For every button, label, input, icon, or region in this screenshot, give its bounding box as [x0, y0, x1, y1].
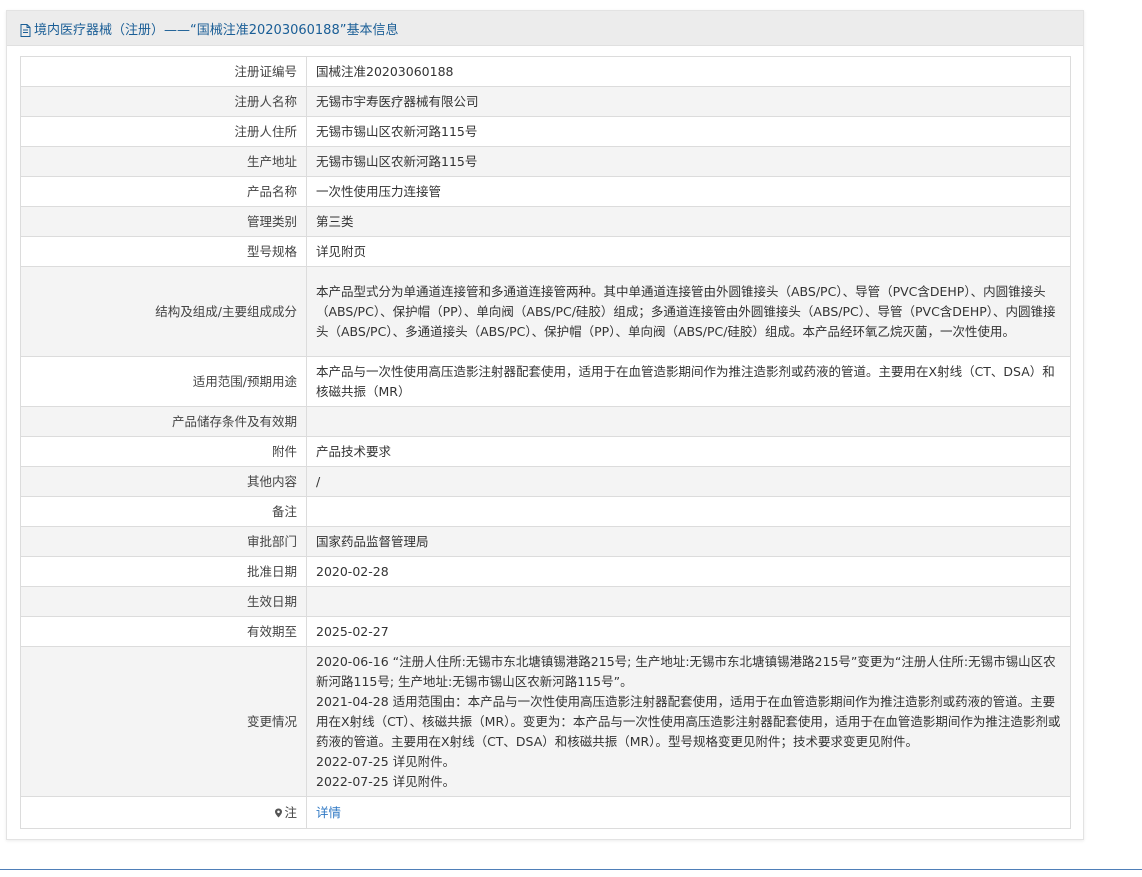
- info-table: 注册证编号 国械注准20203060188 注册人名称 无锡市宇寿医疗器械有限公司 注册…: [20, 56, 1071, 829]
- table-row: 产品储存条件及有效期: [20, 406, 1071, 437]
- field-label: 备注: [20, 496, 307, 527]
- change-entry: 2022-07-25 详见附件。: [316, 753, 456, 769]
- table-row: 备注: [20, 496, 1071, 527]
- table-row: 批准日期 2020-02-28: [20, 556, 1071, 587]
- field-label: 结构及组成/主要组成成分: [20, 266, 307, 357]
- field-label: 附件: [20, 436, 307, 467]
- field-label: 产品名称: [20, 176, 307, 207]
- field-label: 型号规格: [20, 236, 307, 267]
- table-row: 生效日期: [20, 586, 1071, 617]
- field-label: 注册人名称: [20, 86, 307, 117]
- field-value: 产品技术要求: [306, 436, 1071, 467]
- field-value: 2025-02-27: [306, 616, 1071, 647]
- field-label: 适用范围/预期用途: [20, 356, 307, 407]
- field-value: /: [306, 466, 1071, 497]
- table-row: 型号规格 详见附页: [20, 236, 1071, 267]
- note-label-cell: 注: [20, 796, 307, 829]
- bottom-divider: [0, 869, 1142, 870]
- change-entry: 2021-04-28 适用范围由：本产品与一次性使用高压造影注射器配套使用，适用…: [316, 693, 1061, 749]
- table-row: 审批部门 国家药品监督管理局: [20, 526, 1071, 557]
- field-label: 生产地址: [20, 146, 307, 177]
- field-label: 其他内容: [20, 466, 307, 497]
- field-label: 注册人住所: [20, 116, 307, 147]
- document-icon: [20, 22, 31, 37]
- field-label: 有效期至: [20, 616, 307, 647]
- change-history: 2020-06-16 “注册人住所:无锡市东北塘镇锡港路215号; 生产地址:无…: [306, 646, 1071, 797]
- note-label: 注: [284, 804, 297, 820]
- panel-header: 境内医疗器械（注册）——“国械注准20203060188”基本信息: [7, 11, 1083, 46]
- table-row: 生产地址 无锡市锡山区农新河路115号: [20, 146, 1071, 177]
- field-label: 生效日期: [20, 586, 307, 617]
- note-value: 详情: [306, 796, 1071, 829]
- field-value: [306, 406, 1071, 437]
- field-label: 产品储存条件及有效期: [20, 406, 307, 437]
- field-value: 无锡市宇寿医疗器械有限公司: [306, 86, 1071, 117]
- field-value: 2020-02-28: [306, 556, 1071, 587]
- field-label: 管理类别: [20, 206, 307, 237]
- field-value: 本产品与一次性使用高压造影注射器配套使用，适用于在血管造影期间作为推注造影剂或药…: [306, 356, 1071, 407]
- table-row: 注册人住所 无锡市锡山区农新河路115号: [20, 116, 1071, 147]
- table-row: 注册人名称 无锡市宇寿医疗器械有限公司: [20, 86, 1071, 117]
- page-title: 境内医疗器械（注册）——“国械注准20203060188”基本信息: [34, 22, 399, 38]
- field-value: [306, 586, 1071, 617]
- field-label: 注册证编号: [20, 56, 307, 87]
- table-row: 注册证编号 国械注准20203060188: [20, 56, 1071, 87]
- map-pin-icon: [274, 804, 283, 817]
- table-row-changes: 变更情况 2020-06-16 “注册人住所:无锡市东北塘镇锡港路215号; 生产…: [20, 646, 1071, 797]
- table-row: 结构及组成/主要组成成分 本产品型式分为单通道连接管和多通道连接管两种。其中单通道…: [20, 266, 1071, 357]
- field-label: 批准日期: [20, 556, 307, 587]
- field-value: 第三类: [306, 206, 1071, 237]
- field-value: 无锡市锡山区农新河路115号: [306, 116, 1071, 147]
- table-row: 适用范围/预期用途 本产品与一次性使用高压造影注射器配套使用，适用于在血管造影期间…: [20, 356, 1071, 407]
- change-entry: 2020-06-16 “注册人住所:无锡市东北塘镇锡港路215号; 生产地址:无…: [316, 653, 1056, 689]
- field-value: [306, 496, 1071, 527]
- field-value: 详见附页: [306, 236, 1071, 267]
- table-row: 管理类别 第三类: [20, 206, 1071, 237]
- table-row: 产品名称 一次性使用压力连接管: [20, 176, 1071, 207]
- field-value: 本产品型式分为单通道连接管和多通道连接管两种。其中单通道连接管由外圆锥接头（AB…: [306, 266, 1071, 357]
- field-value: 国家药品监督管理局: [306, 526, 1071, 557]
- change-entry: 2022-07-25 详见附件。: [316, 773, 456, 789]
- details-link[interactable]: 详情: [316, 805, 341, 820]
- field-value: 国械注准20203060188: [306, 56, 1071, 87]
- field-value: 一次性使用压力连接管: [306, 176, 1071, 207]
- field-label: 变更情况: [20, 646, 307, 797]
- table-row: 其他内容 /: [20, 466, 1071, 497]
- field-label: 审批部门: [20, 526, 307, 557]
- table-row: 有效期至 2025-02-27: [20, 616, 1071, 647]
- field-value: 无锡市锡山区农新河路115号: [306, 146, 1071, 177]
- table-row-note: 注 详情: [20, 796, 1071, 829]
- table-row: 附件 产品技术要求: [20, 436, 1071, 467]
